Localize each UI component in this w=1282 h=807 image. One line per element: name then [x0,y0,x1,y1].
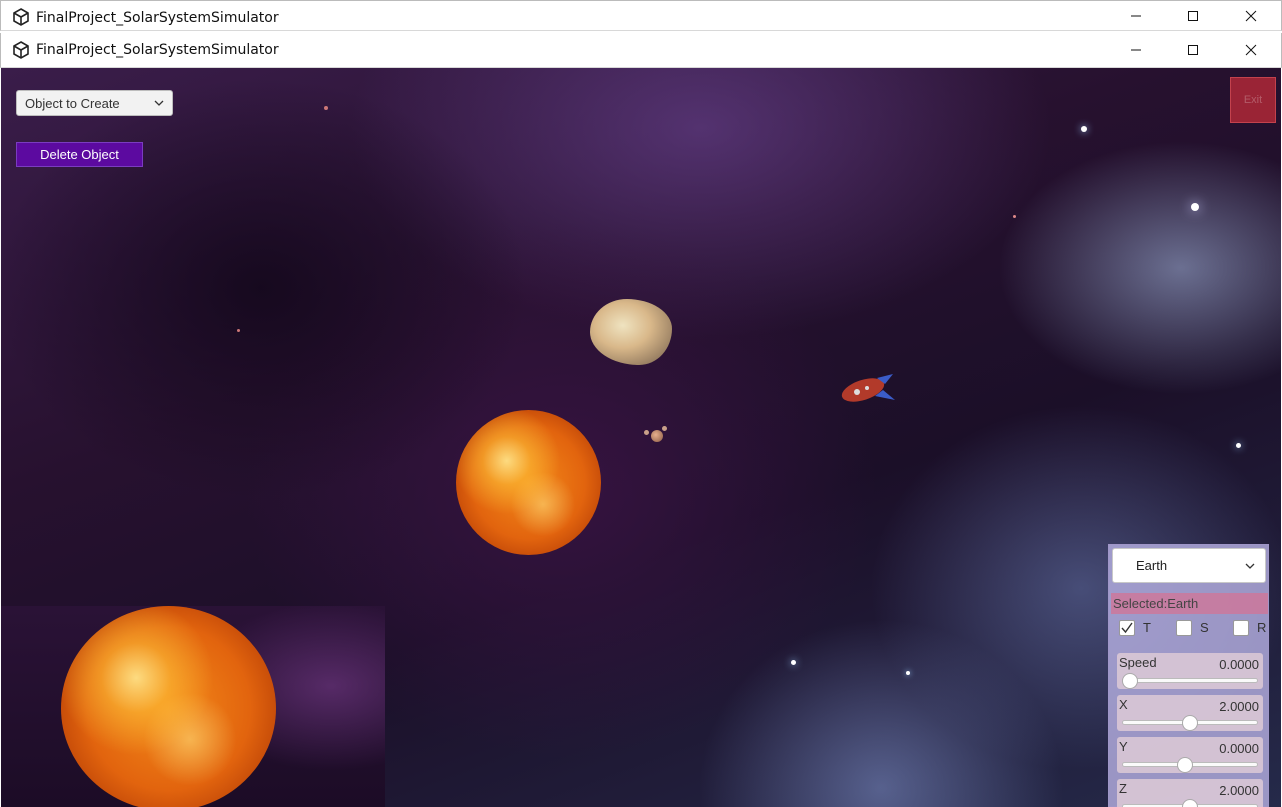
window-title: FinalProject_SolarSystemSimulator [36,42,279,58]
maximize-icon [1188,45,1198,55]
star [1191,203,1199,211]
unity-logo-icon [13,41,29,59]
slider-value: 2.0000 [1219,699,1259,714]
chevron-down-icon [1245,563,1255,569]
selected-object-dropdown[interactable]: Earth [1112,548,1266,583]
window-title: FinalProject_SolarSystemSimulator [36,10,279,26]
slider-label: X [1119,697,1128,712]
close-icon [1245,44,1257,56]
star [1013,215,1016,218]
star [1236,443,1241,448]
toggle-label: T [1143,620,1151,635]
dropdown-label: Object to Create [25,96,120,111]
close-icon [1245,10,1257,22]
unity-logo-icon [13,8,29,26]
maximize-icon [1188,11,1198,21]
y-slider: Y 0.0000 [1117,737,1263,773]
maximize-button[interactable] [1164,1,1222,31]
object-inspector-panel: Earth Selected:Earth T S R Speed 0.0000 … [1108,544,1269,807]
toggle-label: R [1257,620,1267,635]
checkbox[interactable] [1233,620,1249,636]
minimize-icon [1131,49,1141,51]
checkmark-icon [1121,622,1133,634]
slider-value: 0.0000 [1219,657,1259,672]
earth-planet[interactable] [651,430,663,442]
minimize-button[interactable] [1107,1,1165,31]
sun [61,606,276,807]
toggle-label: S [1200,620,1209,635]
slider-label: Z [1119,781,1127,796]
outer-title-bar: FinalProject_SolarSystemSimulator [0,0,1282,31]
star [906,671,910,675]
game-viewport[interactable]: Object to Create Delete Object Exit Eart… [1,68,1281,807]
object-to-create-dropdown[interactable]: Object to Create [16,90,173,116]
spaceship[interactable] [837,370,897,406]
dropdown-label: Earth [1136,558,1168,573]
minimap-camera-view [1,606,385,807]
chevron-down-icon [154,100,164,106]
slider-label: Speed [1119,655,1157,670]
speed-slider: Speed 0.0000 [1117,653,1263,689]
slider-handle[interactable] [1182,715,1198,731]
slider-handle[interactable] [1177,757,1194,773]
delete-object-button[interactable]: Delete Object [16,142,143,167]
close-button[interactable] [1222,33,1280,67]
slider-track[interactable] [1122,678,1258,683]
slider-handle[interactable] [1122,673,1138,689]
moon[interactable] [662,426,667,431]
slider-handle[interactable] [1182,799,1198,807]
slider-value: 0.0000 [1219,741,1259,756]
star [237,329,240,332]
inner-title-bar: FinalProject_SolarSystemSimulator [0,33,1282,68]
moon[interactable] [644,430,649,435]
maximize-button[interactable] [1164,33,1222,67]
star [324,106,328,110]
selected-object-label: Selected:Earth [1111,593,1268,614]
minimize-icon [1131,15,1141,17]
close-button[interactable] [1222,1,1280,31]
exit-button[interactable]: Exit [1230,77,1276,123]
slider-value: 2.0000 [1219,783,1259,798]
star [791,660,796,665]
x-slider: X 2.0000 [1117,695,1263,731]
z-slider: Z 2.0000 [1117,779,1263,807]
checkbox[interactable] [1176,620,1192,636]
asteroid[interactable] [590,299,672,365]
slider-label: Y [1119,739,1128,754]
checkbox[interactable] [1119,620,1135,636]
star [1081,126,1087,132]
sun[interactable] [456,410,601,555]
minimize-button[interactable] [1107,33,1165,67]
